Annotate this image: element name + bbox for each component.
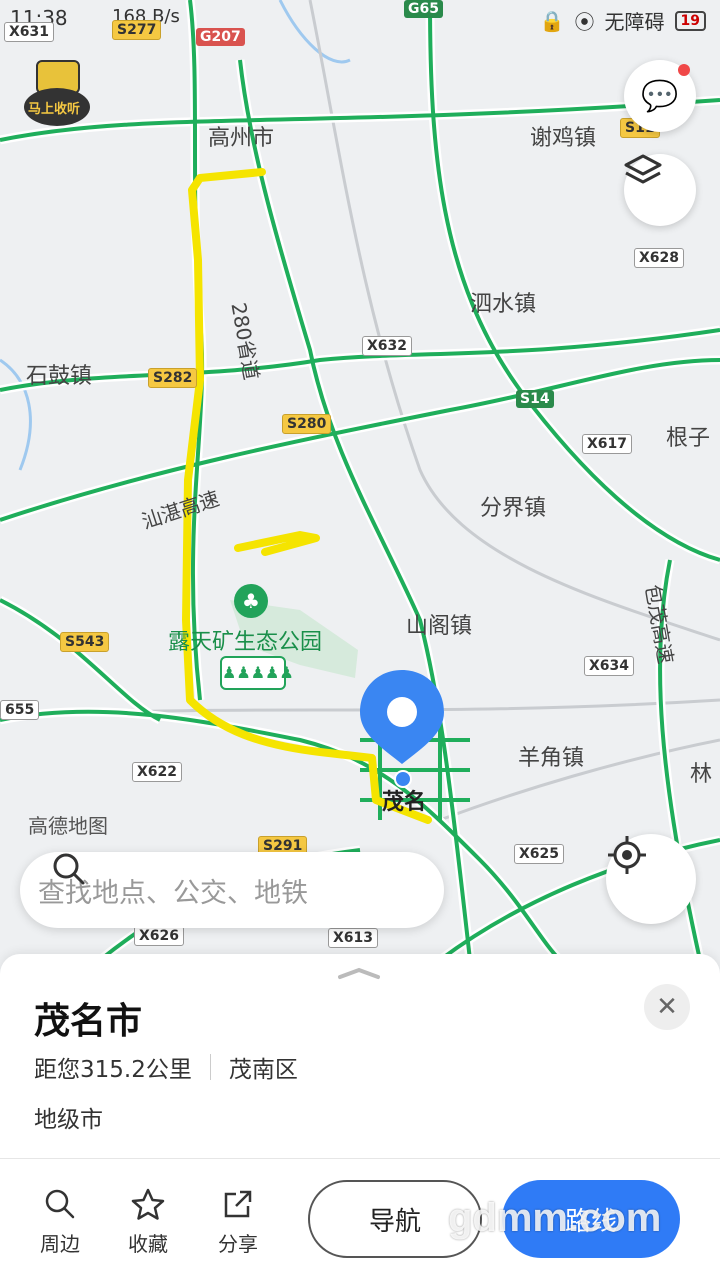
- battery-level: 19: [674, 10, 706, 31]
- status-bar: 11:38 168 B/s 🔒 ⦿ 无障碍 19: [0, 0, 720, 38]
- road-badge: X625: [514, 844, 565, 864]
- crosshair-icon: [608, 836, 646, 874]
- place-label[interactable]: 分界镇: [480, 490, 546, 522]
- road-badge: X613: [328, 928, 379, 948]
- road-badge: G65: [404, 0, 443, 18]
- road-badge: X622: [132, 762, 183, 782]
- place-title: 茂名市: [34, 1001, 143, 1042]
- map-canvas: [0, 0, 720, 960]
- place-district: 茂南区: [228, 1057, 298, 1083]
- road-badge: S277: [112, 20, 162, 40]
- road-badge: S282: [148, 368, 198, 388]
- share-icon: [224, 1190, 252, 1218]
- status-accessibility: 无障碍: [604, 10, 665, 34]
- place-label[interactable]: 石鼓镇: [26, 358, 92, 390]
- favorite-label: 收藏: [128, 1232, 168, 1256]
- road-badge: X631: [4, 22, 55, 42]
- meta-divider: [209, 1054, 211, 1080]
- road-badge: S543: [60, 632, 110, 652]
- search-icon: [53, 853, 85, 885]
- layers-icon: [624, 154, 662, 184]
- road-badge: X626: [134, 926, 185, 946]
- place-meta: 距您315.2公里 茂南区: [34, 1050, 298, 1084]
- place-label[interactable]: 羊角镇: [518, 740, 584, 772]
- place-label[interactable]: 谢鸡镇: [530, 120, 596, 152]
- road-badge: G207: [196, 28, 245, 46]
- place-distance: 距您315.2公里: [34, 1057, 192, 1083]
- radio-logo[interactable]: 马上收听: [24, 60, 90, 132]
- road-badge: S280: [282, 414, 332, 434]
- park-label[interactable]: 露天矿生态公园: [168, 624, 322, 656]
- sheet-divider: [0, 1158, 720, 1159]
- current-location-dot: [394, 770, 412, 788]
- place-label[interactable]: 根子: [666, 420, 710, 452]
- place-label[interactable]: 林: [690, 756, 712, 788]
- road-badge: X632: [362, 336, 413, 356]
- road-badge: S14: [516, 390, 554, 408]
- nearby-button[interactable]: 周边: [30, 1188, 90, 1257]
- search-bar[interactable]: 查找地点、公交、地铁: [20, 852, 444, 928]
- park-icon[interactable]: ♣: [234, 584, 268, 618]
- search-icon: [45, 1189, 75, 1219]
- location-pin[interactable]: [360, 670, 444, 770]
- nearby-label: 周边: [40, 1232, 80, 1256]
- locate-button[interactable]: [606, 834, 696, 924]
- watermark: gdmm.com: [448, 1196, 662, 1240]
- message-button[interactable]: 💬: [624, 60, 696, 132]
- radio-logo-text: 马上收听: [28, 102, 81, 117]
- location-icon: ⦿: [574, 10, 595, 34]
- lock-icon: 🔒: [539, 8, 565, 33]
- people-icon[interactable]: ♟♟♟♟♟: [220, 656, 294, 690]
- place-label[interactable]: 茂名: [382, 784, 426, 816]
- map-view[interactable]: 11:38 168 B/s 🔒 ⦿ 无障碍 19 马上收听 高州市 谢鸡镇 泗水…: [0, 0, 720, 960]
- layers-button[interactable]: [624, 154, 696, 226]
- map-brand-label: 高德地图: [28, 814, 108, 838]
- place-label[interactable]: 山阁镇: [406, 608, 472, 640]
- place-type: 地级市: [34, 1107, 103, 1133]
- star-icon: [131, 1188, 165, 1220]
- place-label[interactable]: 泗水镇: [470, 286, 536, 318]
- notification-dot: [678, 64, 690, 76]
- road-badge: X628: [634, 248, 685, 268]
- place-label[interactable]: 高州市: [208, 120, 274, 152]
- share-button[interactable]: 分享: [208, 1188, 268, 1257]
- chat-icon: 💬: [641, 78, 679, 114]
- close-button[interactable]: ✕: [644, 984, 690, 1030]
- road-badge: 655: [0, 700, 40, 720]
- sheet-handle-icon[interactable]: [336, 966, 382, 980]
- share-label: 分享: [218, 1232, 258, 1256]
- favorite-button[interactable]: 收藏: [118, 1188, 178, 1257]
- road-badge: X617: [582, 434, 633, 454]
- close-icon: ✕: [656, 992, 678, 1022]
- road-badge: X634: [584, 656, 635, 676]
